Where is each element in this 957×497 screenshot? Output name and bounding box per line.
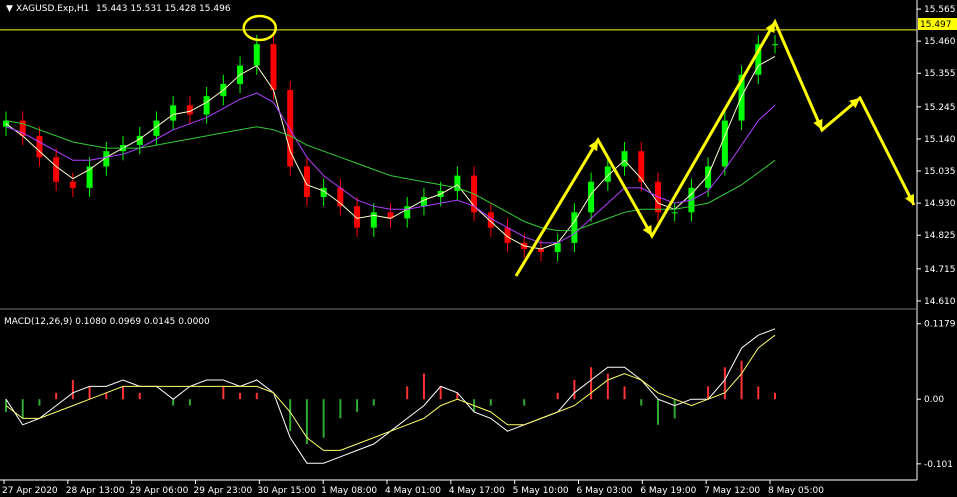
candle-body (270, 44, 277, 91)
time-tick-label: 29 Apr 06:00 (130, 486, 189, 496)
price-tick-label: 15.245 (924, 103, 956, 113)
price-tick-label: 14.930 (924, 199, 956, 209)
time-tick-label: 29 Apr 23:00 (194, 486, 253, 496)
macd-tick-label: 0.1179 (924, 320, 956, 330)
price-tick-label: 14.610 (924, 297, 956, 307)
candle-body (671, 212, 678, 214)
current-price-badge: 15.497 (920, 20, 952, 30)
price-tick-label: 15.460 (924, 37, 956, 47)
candle-body (621, 151, 628, 167)
candle-body (203, 96, 210, 115)
chart-canvas: ▼ XAGUSD.Exp,H1 15.443 15.531 15.428 15.… (0, 0, 957, 497)
macd-label: MACD(12,26,9) 0.1080 0.0969 0.0145 0.000… (4, 317, 210, 327)
candle-body (772, 44, 778, 46)
macd-tick-label: 0.00 (924, 395, 944, 405)
time-tick-label: 27 Apr 2020 (2, 486, 58, 496)
candle-body (638, 151, 645, 182)
time-tick-label: 8 May 05:00 (768, 486, 824, 496)
candle-body (554, 242, 561, 253)
price-tick-label: 15.035 (924, 167, 956, 177)
symbol-label: XAGUSD.Exp,H1 (16, 4, 89, 14)
candle-body (571, 212, 578, 243)
price-tick-label: 14.825 (924, 231, 956, 241)
macd-tick-label: -0.101 (924, 460, 953, 470)
candle-body (53, 157, 60, 182)
candle-body (721, 120, 728, 167)
time-tick-label: 7 May 12:00 (704, 486, 760, 496)
price-tick-label: 14.715 (924, 265, 956, 275)
candle-body (170, 105, 177, 121)
candle-body (253, 44, 260, 66)
price-tick-label: 15.140 (924, 135, 956, 145)
time-tick-label: 4 May 01:00 (385, 486, 441, 496)
ohlc-label: 15.443 15.531 15.428 15.496 (96, 4, 231, 14)
time-tick-label: 6 May 19:00 (640, 486, 696, 496)
time-tick-label: 1 May 08:00 (321, 486, 377, 496)
symbol-arrow-icon: ▼ (6, 4, 13, 14)
time-tick-label: 6 May 03:00 (577, 486, 633, 496)
candle-body (36, 135, 43, 158)
time-tick-label: 5 May 10:00 (513, 486, 569, 496)
time-tick-label: 28 Apr 13:00 (66, 486, 125, 496)
candle-body (370, 212, 377, 228)
time-tick-label: 30 Apr 15:00 (257, 486, 316, 496)
price-tick-label: 15.565 (924, 5, 956, 15)
price-tick-label: 15.355 (924, 69, 956, 79)
candle-body (69, 181, 76, 188)
time-tick-label: 4 May 17:00 (449, 486, 505, 496)
candle-body (303, 166, 310, 198)
